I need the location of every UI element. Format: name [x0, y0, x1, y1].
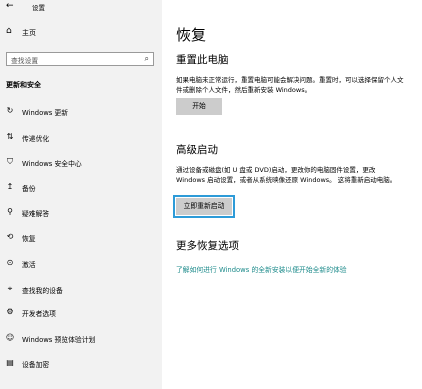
sidebar-item-label: 疑难解答 [22, 210, 50, 218]
page-title: 恢复 [176, 26, 207, 44]
home-label: 主页 [22, 29, 36, 37]
search-placeholder: 查找设置 [11, 57, 39, 65]
start-button[interactable]: 开始 [176, 98, 222, 115]
advanced-description: 通过设备或磁盘(如 U 盘或 DVD)启动，更改你的电脑固件设置，更改 Wind… [176, 166, 397, 184]
sidebar-item-find-device[interactable]: ⌖ 查找我的设备 [0, 282, 162, 298]
sidebar-item-windows-update[interactable]: ↻ Windows 更新 [0, 104, 162, 120]
sidebar-item-label: Windows 预览体验计划 [22, 336, 96, 344]
more-options-heading: 更多恢复选项 [176, 240, 239, 252]
sidebar-item-label: Windows 更新 [22, 109, 69, 117]
sidebar-item-developer[interactable]: ⚙ 开发者选项 [0, 305, 162, 321]
sidebar-item-encryption[interactable]: ▤ 设备加密 [0, 356, 162, 372]
back-arrow-icon[interactable]: ← [6, 1, 14, 11]
sidebar-item-label: 恢复 [22, 235, 36, 243]
sidebar-item-delivery-optimization[interactable]: ⇅ 传递优化 [0, 130, 162, 146]
backup-icon: ↥ [6, 182, 14, 191]
clean-install-link[interactable]: 了解如何进行 Windows 的全新安装以便开始全新的体验 [176, 264, 347, 274]
insider-icon: ☺ [5, 333, 15, 342]
search-icon[interactable]: ⌕ [145, 54, 149, 64]
reset-heading: 重置此电脑 [176, 54, 229, 66]
sidebar-item-label: 开发者选项 [22, 310, 56, 318]
home-nav-item[interactable]: ⌂ 主页 [6, 26, 156, 40]
sidebar-item-label: 激活 [22, 261, 36, 269]
sidebar-item-label: 备份 [22, 185, 36, 193]
recovery-icon: ⟲ [6, 232, 14, 241]
window-title: 设置 [32, 4, 45, 12]
restart-now-button[interactable]: 立即重新启动 [173, 195, 235, 218]
search-input[interactable]: 查找设置 ⌕ [6, 52, 154, 66]
title-bar: ← 设置 [0, 0, 162, 14]
home-icon: ⌂ [6, 26, 12, 36]
refresh-icon: ↻ [6, 106, 14, 115]
sidebar-item-insider[interactable]: ☺ Windows 预览体验计划 [0, 331, 162, 347]
wrench-icon: ⚲ [7, 207, 13, 216]
developer-icon: ⚙ [6, 307, 14, 316]
section-title: 更新和安全 [6, 81, 41, 89]
reset-description: 如果电脑未正常运行，重置电脑可能会解决问题。重置时，可以选择保留个人文件或删除个… [176, 76, 404, 94]
sidebar-item-recovery[interactable]: ⟲ 恢复 [0, 230, 162, 246]
sidebar-item-troubleshoot[interactable]: ⚲ 疑难解答 [0, 205, 162, 221]
sidebar-item-label: 传递优化 [22, 135, 50, 143]
sidebar: ← 设置 ⌂ 主页 查找设置 ⌕ 更新和安全 ↻ Windows 更新 ⇅ 传递… [0, 0, 162, 389]
delivery-optimization-icon: ⇅ [6, 132, 14, 141]
find-device-icon: ⌖ [7, 284, 13, 293]
shield-icon: ⛉ [7, 157, 13, 166]
advanced-heading: 高级启动 [176, 144, 218, 156]
sidebar-item-backup[interactable]: ↥ 备份 [0, 180, 162, 196]
lock-icon: ▤ [6, 358, 14, 367]
sidebar-item-label: Windows 安全中心 [22, 160, 82, 168]
activation-icon: ⊙ [6, 258, 14, 267]
sidebar-item-security[interactable]: ⛉ Windows 安全中心 [0, 155, 162, 171]
sidebar-item-activation[interactable]: ⊙ 激活 [0, 256, 162, 272]
sidebar-item-label: 设备加密 [22, 361, 50, 369]
sidebar-item-label: 查找我的设备 [22, 287, 63, 295]
